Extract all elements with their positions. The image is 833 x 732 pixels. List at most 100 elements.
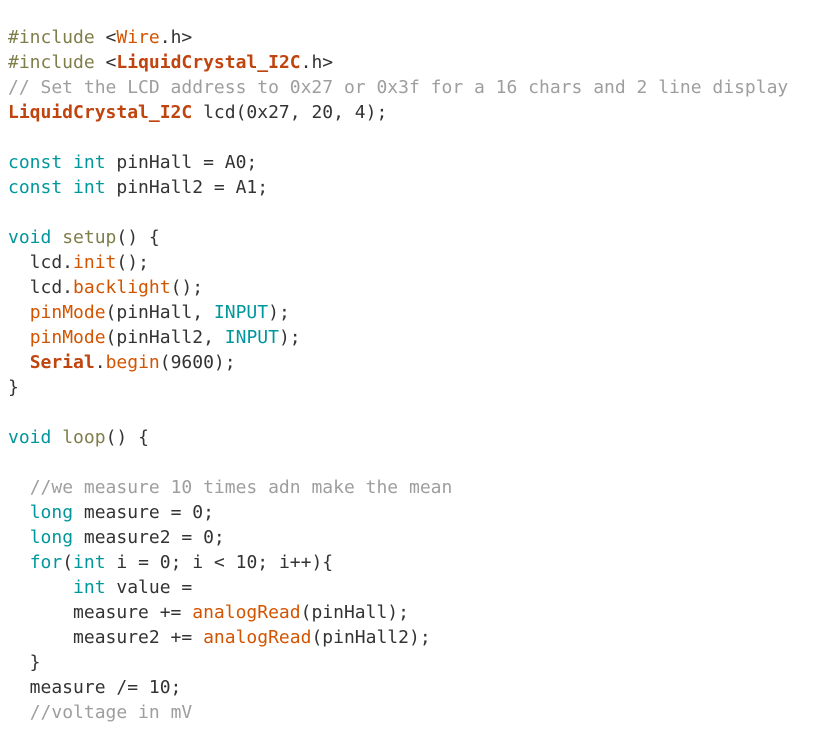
code-line: void loop() { <box>8 425 833 450</box>
code-token-plain: (pinHall); <box>300 602 409 623</box>
code-line: measure2 += analogRead(pinHall2); <box>8 625 833 650</box>
code-token-plain: () { <box>116 227 160 248</box>
code-token-kw: void <box>8 227 52 248</box>
code-token-kw: int <box>73 577 106 598</box>
code-token-kw: long <box>29 502 74 523</box>
code-token-plain: measure = 0; <box>73 502 214 523</box>
code-token-plain: lcd. <box>8 252 74 273</box>
code-token-plain: } <box>8 652 41 673</box>
code-line: long measure = 0; <box>8 500 833 525</box>
code-token-fn: Wire <box>116 27 160 48</box>
code-token-kw: int <box>73 152 106 173</box>
code-token-type: LiquidCrystal_I2C <box>8 102 193 123</box>
code-line: measure /= 10; <box>8 675 833 700</box>
code-token-plain: (pinHall2); <box>311 627 431 648</box>
code-line: //we measure 10 times adn make the mean <box>8 475 833 500</box>
code-token-fn: pinMode <box>29 302 106 323</box>
code-line: void setup() { <box>8 225 833 250</box>
code-token-pre: #include <box>8 52 106 73</box>
code-token-type: LiquidCrystal_I2C <box>116 52 301 73</box>
code-line: LiquidCrystal_I2C lcd(0x27, 20, 4); <box>8 100 833 125</box>
code-token-kw: void <box>8 427 52 448</box>
code-token-plain: ); <box>268 302 290 323</box>
code-token-fn: analogRead <box>192 602 301 623</box>
code-token-fn: pinMode <box>29 327 106 348</box>
code-token-fn: begin <box>105 352 160 373</box>
code-token-plain: .h> <box>159 27 193 48</box>
code-line: pinMode(pinHall, INPUT); <box>8 300 833 325</box>
code-token-plain: (); <box>170 277 204 298</box>
code-token-kw: for <box>29 552 63 573</box>
code-token-plain: pinHall2 = A1; <box>105 177 269 198</box>
code-line: measure += analogRead(pinHall); <box>8 600 833 625</box>
code-token-type: Serial <box>29 352 95 373</box>
code-token-plain: pinHall = A0; <box>105 152 258 173</box>
code-token-comment: //we measure 10 times adn make the mean <box>29 477 453 498</box>
code-token-plain: measure += <box>8 602 193 623</box>
code-token-plain: ( <box>62 552 74 573</box>
code-token-plain: value = <box>105 577 193 598</box>
code-token-kw: const <box>8 177 63 198</box>
code-token-plain: < <box>105 27 117 48</box>
code-line: int value = <box>8 575 833 600</box>
code-token-kw: INPUT <box>224 327 279 348</box>
code-token-plain: lcd. <box>8 277 74 298</box>
code-line: Serial.begin(9600); <box>8 350 833 375</box>
code-token-pre: #include <box>8 27 106 48</box>
code-token-plain: measure2 += <box>8 627 204 648</box>
code-token-plain: < <box>105 52 117 73</box>
code-line: //voltage in mV <box>8 700 833 725</box>
code-token-pre: loop <box>62 427 106 448</box>
code-token-plain: (9600); <box>159 352 236 373</box>
code-token-plain: (pinHall2, <box>105 327 225 348</box>
code-token-plain: (); <box>116 252 149 273</box>
code-token-kw: int <box>73 177 106 198</box>
code-listing[interactable]: #include <Wire.h> #include <LiquidCrystal… <box>0 0 833 725</box>
code-line: const int pinHall = A0; <box>8 150 833 175</box>
code-token-kw: INPUT <box>213 302 269 323</box>
code-line: for(int i = 0; i < 10; i++){ <box>8 550 833 575</box>
code-token-comment: // Set the LCD address to 0x27 or 0x3f f… <box>8 77 789 98</box>
code-line: } <box>8 650 833 675</box>
code-token-kw: long <box>29 527 74 548</box>
code-line: long measure2 = 0; <box>8 525 833 550</box>
code-token-plain: } <box>8 377 19 398</box>
code-line: #include <Wire.h> <box>8 25 833 50</box>
code-token-kw: const <box>8 152 63 173</box>
code-line: lcd.backlight(); <box>8 275 833 300</box>
code-token-plain: (pinHall, <box>105 302 214 323</box>
code-token-plain: . <box>94 352 106 373</box>
code-token-comment: //voltage in mV <box>29 702 193 723</box>
code-line: // Set the LCD address to 0x27 or 0x3f f… <box>8 75 833 100</box>
code-token-plain: .h> <box>300 52 334 73</box>
code-token-plain: i = 0; i < 10; i++){ <box>105 552 334 573</box>
code-token-pre: setup <box>62 227 117 248</box>
code-token-fn: init <box>73 252 117 273</box>
code-token-plain: () { <box>105 427 149 448</box>
code-line: pinMode(pinHall2, INPUT); <box>8 325 833 350</box>
code-line: lcd.init(); <box>8 250 833 275</box>
code-token-kw: int <box>73 552 106 573</box>
code-token-plain: measure /= 10; <box>8 677 182 698</box>
code-line: const int pinHall2 = A1; <box>8 175 833 200</box>
code-token-plain: lcd(0x27, 20, 4); <box>192 102 388 123</box>
code-line: } <box>8 375 833 400</box>
code-token-plain: measure2 = 0; <box>73 527 225 548</box>
